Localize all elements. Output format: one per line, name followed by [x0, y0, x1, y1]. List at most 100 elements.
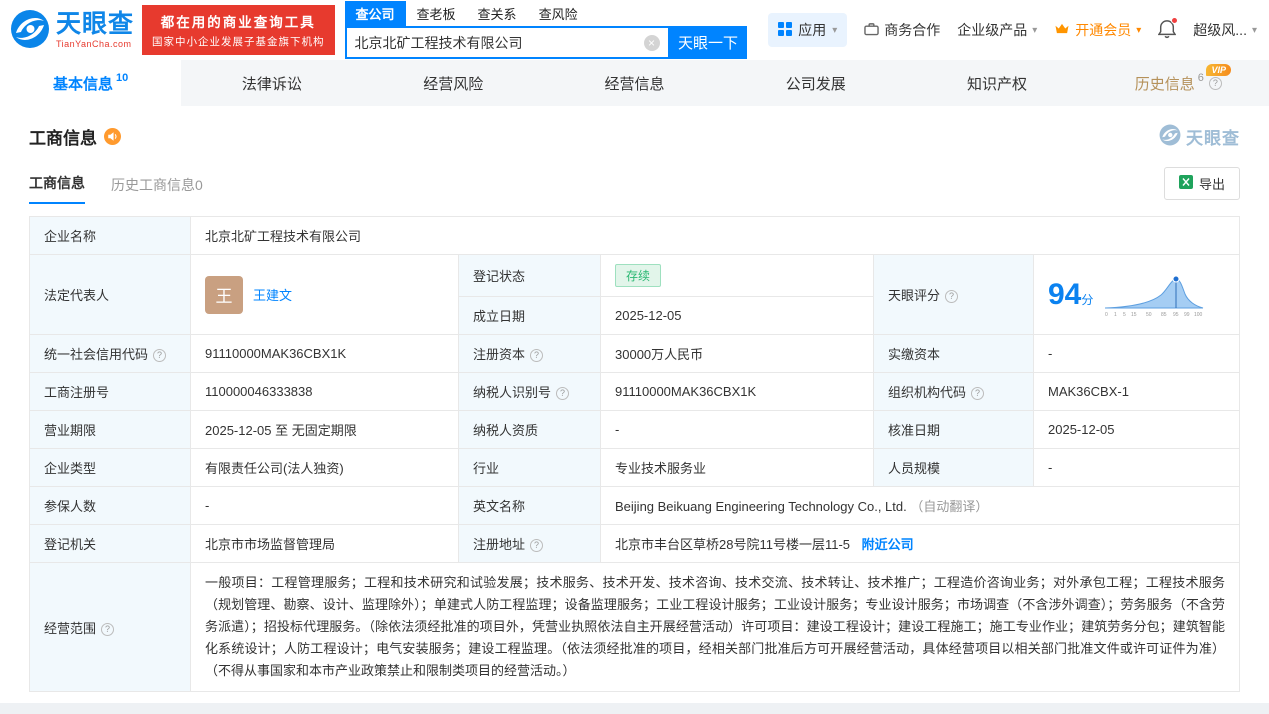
business-cooperation-link[interactable]: 商务合作	[864, 20, 940, 40]
uscc-label: 统一社会信用代码	[29, 334, 191, 373]
notifications-bell[interactable]	[1157, 16, 1179, 42]
svg-text:50: 50	[1146, 312, 1152, 318]
tab-basic-info-label: 基本信息	[53, 75, 114, 93]
chevron-down-icon	[1252, 25, 1257, 36]
announcement-icon[interactable]	[104, 128, 121, 145]
tab-business-info[interactable]: 经营信息	[544, 60, 725, 106]
help-icon[interactable]	[971, 387, 985, 400]
reg-capital-label-text: 注册资本	[473, 347, 526, 362]
subtab-registration-info[interactable]: 工商信息	[29, 173, 85, 204]
score-label-text: 天眼评分	[888, 288, 941, 303]
company-name-value: 北京北矿工程技术有限公司	[190, 216, 1240, 255]
business-term-label: 营业期限	[29, 410, 191, 449]
taxpayer-id-label: 纳税人识别号	[458, 372, 601, 411]
tab-operational-risk[interactable]: 经营风险	[363, 60, 544, 106]
search-tab-relation[interactable]: 查关系	[467, 1, 528, 26]
search-tab-company[interactable]: 查公司	[344, 1, 406, 26]
staff-size-value: -	[1033, 448, 1240, 487]
tab-legal-proceedings[interactable]: 法律诉讼	[181, 60, 362, 106]
taxpayer-quality-value: -	[600, 410, 874, 449]
help-icon[interactable]	[153, 349, 167, 362]
tab-history-info[interactable]: VIP 历史信息 6	[1088, 60, 1269, 106]
search-button[interactable]: 天眼一下	[669, 26, 747, 59]
svg-text:100: 100	[1194, 312, 1203, 318]
primary-nav: 基本信息 10 法律诉讼 经营风险 经营信息 公司发展 知识产权 VIP 历史信…	[0, 60, 1269, 106]
table-row: 营业期限 2025-12-05 至 无固定期限 纳税人资质 - 核准日期 202…	[29, 410, 1240, 449]
company-type-label: 企业类型	[29, 448, 191, 487]
tab-history-info-count: 6	[1197, 72, 1204, 84]
avatar[interactable]: 王	[205, 275, 243, 314]
reg-number-label: 工商注册号	[29, 372, 191, 411]
help-icon[interactable]	[101, 622, 115, 636]
help-icon[interactable]	[530, 539, 544, 552]
brand-logo[interactable]: 天眼查 TianYanCha.com	[10, 9, 134, 52]
registered-address-text: 北京市丰台区草桥28号院11号楼一层11-5	[615, 537, 851, 552]
search-tab-risk[interactable]: 查风险	[528, 1, 589, 26]
table-row: 企业类型 有限责任公司(法人独资) 行业 专业技术服务业 人员规模 -	[29, 448, 1240, 487]
legal-rep-link[interactable]: 王建文	[253, 285, 292, 304]
tab-intellectual-property-label: 知识产权	[967, 75, 1028, 93]
legal-rep-cell: 王 王建文	[190, 254, 459, 335]
promo-badge: 都在用的商业查询工具 国家中小企业发展子基金旗下机构	[142, 5, 335, 55]
apps-menu[interactable]: 应用	[768, 13, 848, 47]
help-icon[interactable]	[1208, 76, 1222, 90]
subtab-row: 工商信息 历史工商信息0 导出	[29, 167, 1240, 204]
score-label: 天眼评分	[873, 254, 1034, 335]
search-tab-boss[interactable]: 查老板	[406, 1, 467, 26]
help-icon[interactable]	[556, 387, 570, 400]
search-bar: 天眼一下	[344, 26, 747, 59]
table-row: 工商注册号 110000046333838 纳税人识别号 91110000MAK…	[29, 372, 1240, 411]
promo-line1: 都在用的商业查询工具	[160, 15, 316, 30]
header-nav: 应用 商务合作 企业级产品 开通会员	[768, 13, 1261, 47]
chevron-down-icon	[1136, 25, 1141, 36]
tab-company-development[interactable]: 公司发展	[725, 60, 906, 106]
reg-capital-value: 30000万人民币	[600, 334, 874, 373]
help-icon[interactable]	[530, 349, 544, 362]
reg-status-label: 登记状态	[458, 254, 601, 297]
english-name-text: Beijing Beikuang Engineering Technology …	[615, 499, 907, 514]
paid-capital-label: 实缴资本	[873, 334, 1034, 373]
vip-upgrade-menu[interactable]: 开通会员	[1054, 20, 1141, 40]
subtab-history-registration-info[interactable]: 历史工商信息0	[111, 175, 203, 204]
watermark-logo-icon	[1159, 124, 1181, 149]
registered-address-value: 北京市丰台区草桥28号院11号楼一层11-5 附近公司	[600, 524, 1240, 563]
nearby-companies-link[interactable]: 附近公司	[862, 537, 914, 552]
vip-badge: VIP	[1206, 64, 1231, 76]
apps-label: 应用	[798, 22, 827, 38]
search-input[interactable]	[354, 34, 644, 51]
user-account-menu[interactable]: 超级风...	[1193, 20, 1257, 40]
reg-number-value: 110000046333838	[190, 372, 459, 411]
industry-label: 行业	[458, 448, 601, 487]
score-value-cell[interactable]: 94分 0 1 5 15 50 85 95 99 100	[1033, 254, 1240, 335]
org-code-value: MAK36CBX-1	[1033, 372, 1240, 411]
chevron-down-icon	[1032, 25, 1037, 36]
svg-text:95: 95	[1173, 312, 1179, 318]
approval-date-value: 2025-12-05	[1033, 410, 1240, 449]
registration-authority-label: 登记机关	[29, 524, 191, 563]
section-header: 工商信息 天眼查	[29, 124, 1240, 149]
tab-basic-info[interactable]: 基本信息 10	[0, 60, 182, 106]
apps-grid-icon	[778, 21, 793, 39]
help-icon[interactable]	[945, 290, 959, 303]
paid-capital-value: -	[1033, 334, 1240, 373]
tab-legal-proceedings-label: 法律诉讼	[241, 75, 302, 93]
table-row: 登记机关 北京市市场监督管理局 注册地址 北京市丰台区草桥28号院11号楼一层1…	[29, 524, 1240, 563]
export-button[interactable]: 导出	[1163, 167, 1240, 200]
uscc-value: 91110000MAK36CBX1K	[190, 334, 459, 373]
top-header: 天眼查 TianYanCha.com 都在用的商业查询工具 国家中小企业发展子基…	[0, 0, 1269, 60]
tab-company-development-label: 公司发展	[785, 75, 846, 93]
svg-text:85: 85	[1161, 312, 1167, 318]
svg-text:99: 99	[1184, 312, 1190, 318]
business-term-value: 2025-12-05 至 无固定期限	[190, 410, 459, 449]
brand-domain: TianYanCha.com	[56, 38, 132, 49]
enterprise-products-menu[interactable]: 企业级产品	[957, 20, 1037, 40]
table-row: 法定代表人 王 王建文 登记状态 存续 天眼评分? 94分 0 1 5 15 5…	[29, 254, 1240, 335]
registered-address-label: 注册地址	[458, 524, 601, 563]
clear-icon[interactable]	[643, 34, 660, 51]
tab-intellectual-property[interactable]: 知识产权	[906, 60, 1087, 106]
briefcase-icon	[864, 22, 879, 39]
enterprise-products-label: 企业级产品	[957, 22, 1028, 38]
tab-business-info-label: 经营信息	[604, 75, 665, 93]
status-badge: 存续	[615, 264, 662, 287]
table-row: 统一社会信用代码 91110000MAK36CBX1K 注册资本 30000万人…	[29, 334, 1240, 373]
